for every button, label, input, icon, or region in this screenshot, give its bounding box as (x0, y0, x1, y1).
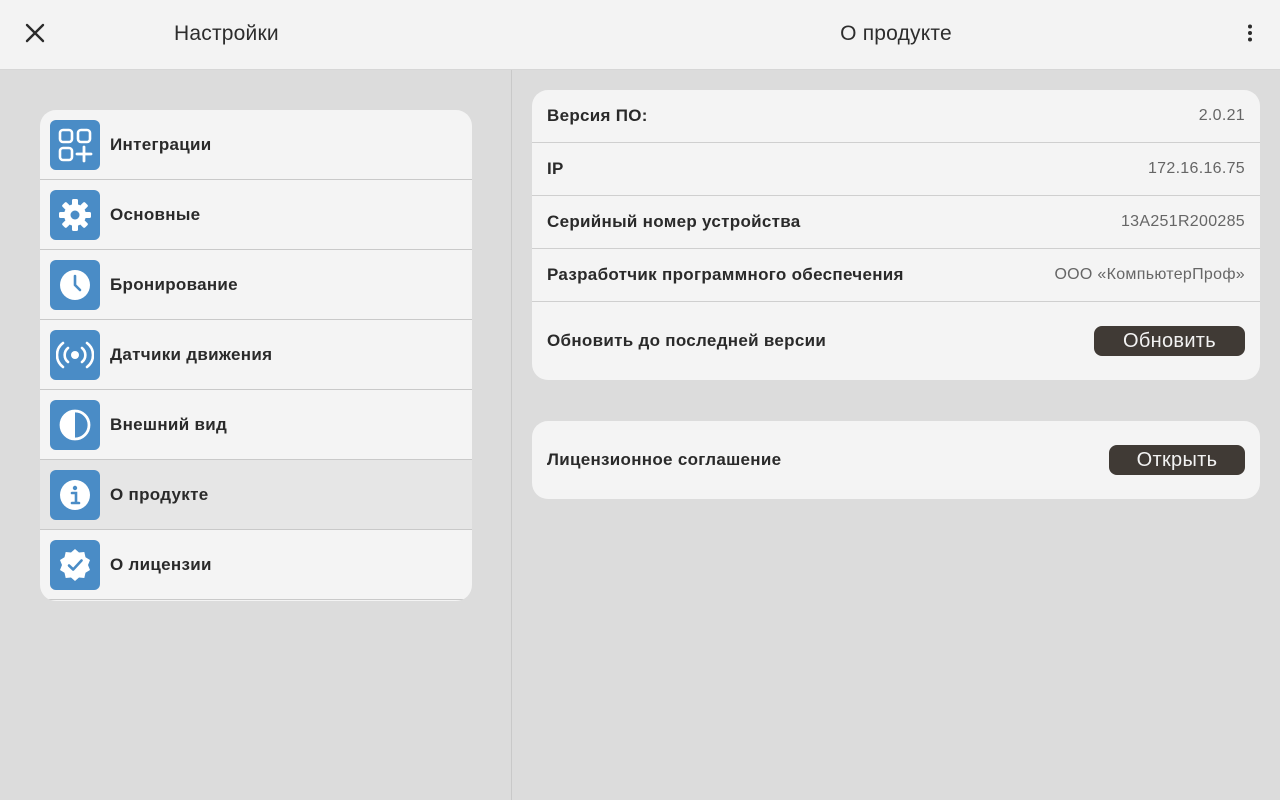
sidebar-item-label: Бронирование (110, 274, 238, 294)
developer-row: Разработчик программного обеспечения ООО… (532, 249, 1260, 302)
more-vertical-icon (1247, 24, 1253, 47)
close-icon (25, 23, 45, 48)
sidebar-item-license[interactable]: О лицензии (40, 530, 472, 600)
update-row: Обновить до последней версии Обновить (532, 302, 1260, 380)
sidebar-item-appearance[interactable]: Внешний вид (40, 390, 472, 460)
clock-icon (50, 259, 100, 310)
license-agreement-card: Лицензионное соглашение Открыть (532, 421, 1260, 499)
sidebar-item-label: О продукте (110, 484, 209, 504)
license-agreement-label: Лицензионное соглашение (547, 450, 782, 469)
top-bar: Настройки О продукте (0, 0, 1280, 70)
sidebar-item-label: О лицензии (110, 554, 212, 574)
version-row: Версия ПО: 2.0.21 (532, 90, 1260, 143)
page-title: О продукте (840, 22, 952, 45)
sensor-icon (50, 329, 100, 380)
ip-row: IP 172.16.16.75 (532, 143, 1260, 196)
sidebar-item-label: Датчики движения (110, 344, 273, 364)
sidebar-item-general[interactable]: Основные (40, 180, 472, 250)
sidebar-item-booking[interactable]: Бронирование (40, 250, 472, 320)
more-options-button[interactable] (1236, 20, 1264, 50)
sidebar-item-about-product[interactable]: О продукте (40, 460, 472, 530)
developer-value: ООО «КомпьютерПроф» (1054, 266, 1245, 283)
contrast-icon (50, 399, 100, 450)
version-label: Версия ПО: (547, 106, 648, 125)
product-info-card: Версия ПО: 2.0.21 IP 172.16.16.75 Серийн… (532, 90, 1260, 380)
sidebar-item-label: Интеграции (110, 134, 212, 154)
verified-badge-icon (50, 539, 100, 590)
serial-row: Серийный номер устройства 13A251R200285 (532, 196, 1260, 249)
sidebar-item-label: Основные (110, 204, 201, 224)
serial-value: 13A251R200285 (1120, 213, 1245, 230)
sidebar-item-integrations[interactable]: Интеграции (40, 110, 472, 180)
info-icon (50, 469, 100, 520)
serial-label: Серийный номер устройства (547, 212, 801, 231)
close-button[interactable] (20, 20, 50, 50)
vertical-divider (511, 70, 512, 800)
gear-icon (50, 189, 100, 240)
settings-title: Настройки (174, 22, 279, 45)
apps-add-icon (50, 119, 100, 170)
sidebar-item-label: Внешний вид (110, 414, 228, 434)
update-button[interactable]: Обновить (1094, 326, 1245, 356)
ip-label: IP (547, 159, 564, 178)
developer-label: Разработчик программного обеспечения (547, 265, 904, 284)
settings-sidebar: Интеграции Основные Бронирование Датчики… (40, 110, 472, 601)
ip-value: 172.16.16.75 (1147, 160, 1245, 177)
update-label: Обновить до последней версии (547, 331, 827, 350)
sidebar-item-motion-sensors[interactable]: Датчики движения (40, 320, 472, 390)
version-value: 2.0.21 (1198, 107, 1245, 124)
open-license-button[interactable]: Открыть (1109, 445, 1245, 475)
